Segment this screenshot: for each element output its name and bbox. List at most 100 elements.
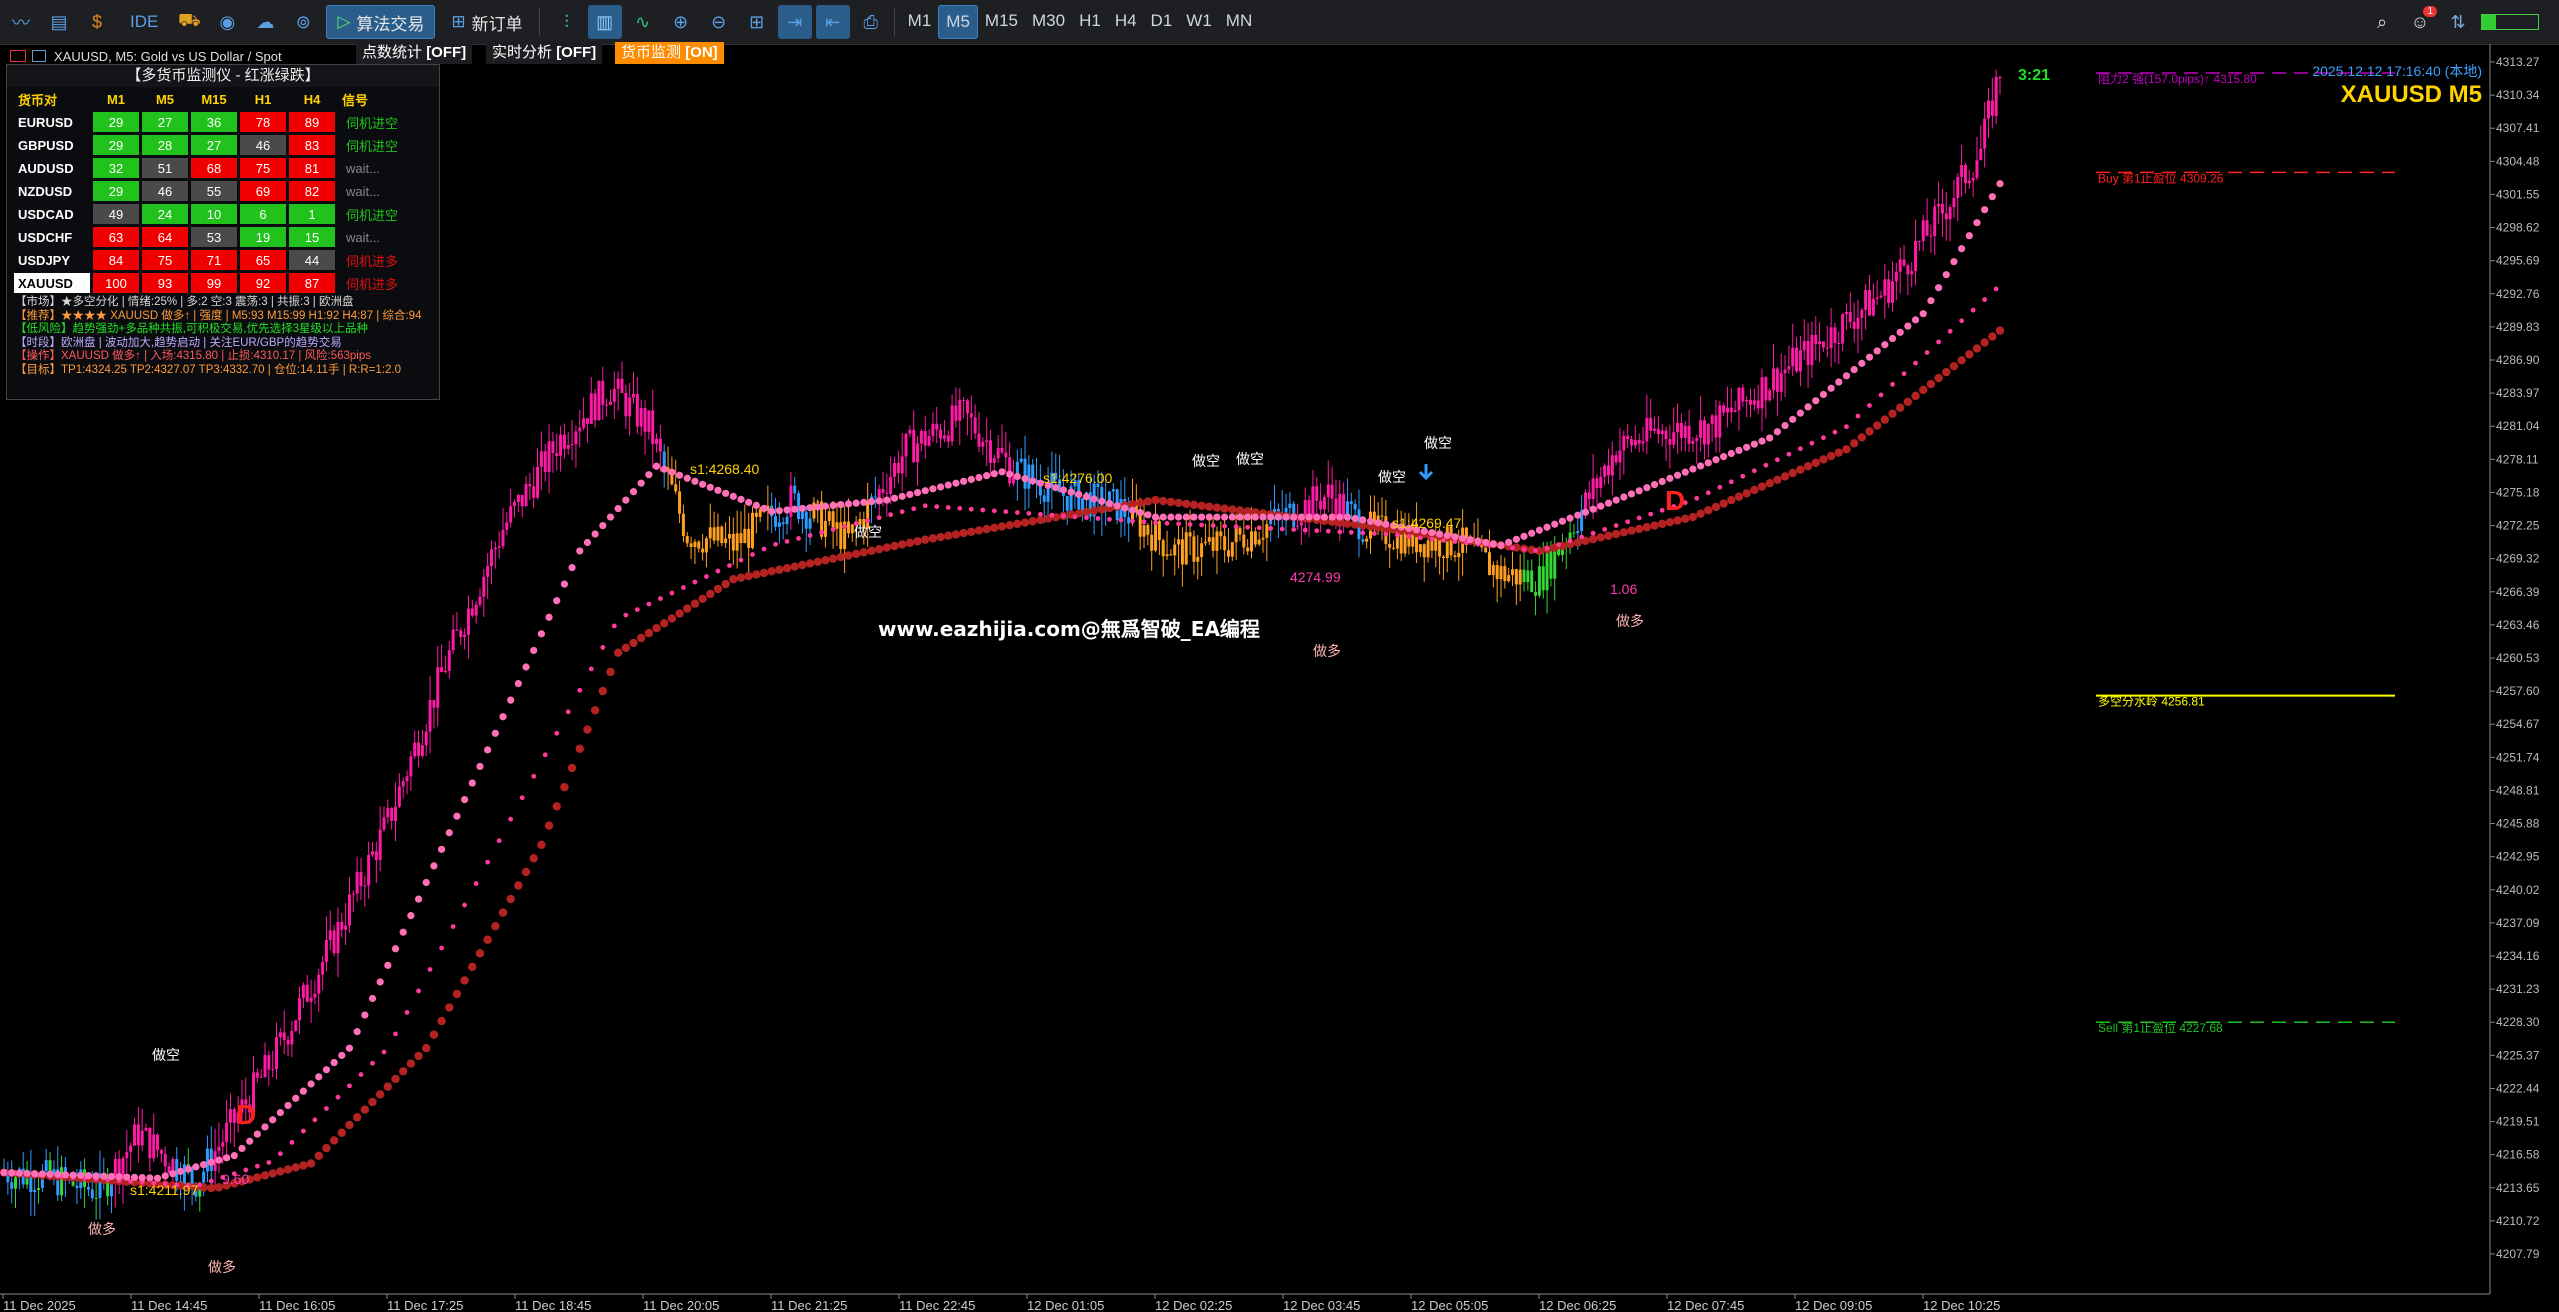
zoom-out-icon[interactable]: ⊖ [702, 5, 736, 39]
candle-body [286, 1039, 290, 1045]
candle-body [969, 413, 973, 418]
ma-fast-dot [1136, 508, 1144, 517]
candle-body [1534, 592, 1538, 596]
chart-menu-icon[interactable] [10, 50, 26, 62]
candle-body [720, 526, 724, 544]
y-tick-label: 4228.30 [2496, 1015, 2540, 1029]
ma-fast-dot [1528, 529, 1536, 537]
candle-body [881, 489, 885, 493]
candle-body [324, 940, 328, 962]
ma-fast-dot [1658, 477, 1666, 486]
ma-fast-dot [1934, 284, 1943, 292]
ma-slow-dot [1865, 427, 1874, 436]
ma-mid-dot [1084, 515, 1089, 521]
ma-fast-dot [606, 513, 615, 521]
pair-label[interactable]: GBPUSD [14, 135, 90, 155]
candle-body [1963, 165, 1967, 184]
candle-body [1902, 259, 1906, 266]
dollar-icon[interactable]: $ [80, 5, 114, 39]
points-stat-toggle[interactable]: 点数统计 [OFF] [356, 42, 473, 64]
candle-body [555, 453, 559, 456]
candle-body [797, 493, 801, 520]
ma-fast-dot [1167, 513, 1175, 521]
timeframe-h4[interactable]: H4 [1108, 5, 1144, 37]
timeframe-h1[interactable]: H1 [1072, 5, 1108, 37]
line-chart-icon[interactable]: 〰 [4, 5, 38, 39]
new-order-button[interactable]: ⊞ 新订单 [441, 6, 532, 38]
toggle-label: 货币监测 [621, 44, 682, 61]
strength-cell: 10 [191, 204, 237, 224]
ma-fast-dot [437, 845, 446, 853]
pair-label[interactable]: XAUUSD [14, 273, 90, 293]
candle-body [1353, 503, 1357, 510]
autoscroll-icon[interactable]: ⇥ [777, 5, 812, 39]
ma-mid-dot [208, 1178, 214, 1184]
pair-label[interactable]: USDCHF [14, 227, 90, 247]
connection-icon[interactable]: ⇅ [2441, 5, 2475, 39]
bag-icon[interactable]: ⛟ [172, 5, 206, 39]
candle-body [1507, 575, 1511, 582]
toggle-label: 实时分析 [492, 44, 553, 61]
candle-body [1234, 527, 1238, 543]
ma-fast-dot [1558, 517, 1567, 525]
bar-chart-icon[interactable]: ⫶ [550, 5, 584, 39]
timeframe-mn[interactable]: MN [1219, 5, 1259, 37]
timeframe-m5[interactable]: M5 [938, 5, 978, 39]
screenshot-icon[interactable]: ⎙ [854, 5, 888, 39]
ma-slow-dot [583, 725, 592, 734]
candle-body [1914, 241, 1918, 272]
candle-body [1626, 435, 1630, 440]
timeframe-m1[interactable]: M1 [901, 5, 939, 37]
ide-button[interactable]: IDE [120, 6, 168, 38]
currency-monitor-toggle[interactable]: 货币监测 [ON] [615, 42, 724, 64]
pair-label[interactable]: NZDUSD [14, 181, 90, 201]
grid-icon[interactable]: ⊞ [740, 5, 774, 39]
candle-body [1365, 538, 1369, 542]
ma-slow-dot [345, 1120, 354, 1130]
candle-body [632, 393, 636, 398]
timeframe-m15[interactable]: M15 [978, 5, 1025, 37]
level-annotation: s1:4276.00 [1043, 470, 1112, 486]
candle-body [1871, 298, 1875, 316]
pair-label[interactable]: AUDUSD [14, 158, 90, 178]
candlestick-icon[interactable]: ▥ [587, 5, 622, 39]
ma-slow-dot [537, 840, 546, 850]
zoom-in-icon[interactable]: ⊕ [664, 5, 698, 39]
timeframe-w1[interactable]: W1 [1179, 5, 1219, 37]
algo-trading-button[interactable]: ▷ 算法交易 [326, 5, 436, 39]
candle-body [1933, 206, 1937, 237]
chat-icon[interactable]: ☺ 1 [2403, 5, 2437, 39]
candle-body [1660, 430, 1664, 435]
ma-slow-dot [905, 538, 915, 548]
cloud-icon[interactable]: ☁ [248, 5, 282, 39]
candle-body [1150, 534, 1154, 551]
vps-icon[interactable]: ⊚ [286, 5, 320, 39]
ma-mid-dot [358, 1072, 364, 1077]
toggle-state: [OFF] [556, 44, 597, 61]
candle-body [332, 930, 336, 954]
y-tick-label: 4257.60 [2496, 684, 2540, 698]
candle-body [1457, 552, 1461, 558]
candle-body [1023, 458, 1027, 489]
line-icon[interactable]: ∿ [626, 5, 660, 39]
candle-body [278, 1032, 282, 1038]
timeframe-d1[interactable]: D1 [1144, 5, 1180, 37]
ma-slow-dot [706, 589, 715, 599]
pair-label[interactable]: USDJPY [14, 250, 90, 270]
ma-mid-dot [819, 530, 824, 535]
ma-mid-dot [1291, 527, 1297, 532]
candle-body [1173, 544, 1177, 556]
realtime-analysis-toggle[interactable]: 实时分析 [OFF] [486, 42, 603, 64]
search-icon[interactable]: ⌕ [2365, 5, 2399, 39]
info-line: 【市场】★多空分化 | 情绪:25% | 多:2 空:3 震荡:3 | 共振:3… [15, 296, 354, 308]
signal-icon[interactable]: ◉ [210, 5, 244, 39]
timeframe-m30[interactable]: M30 [1025, 5, 1072, 37]
pair-label[interactable]: EURUSD [14, 112, 90, 132]
pair-label[interactable]: USDCAD [14, 204, 90, 224]
chart-shift-icon[interactable]: ⇤ [815, 5, 850, 39]
chart-window-icon[interactable] [32, 50, 46, 62]
watermark: www.eazhijia.com@無爲智破_EA编程 [878, 617, 1260, 641]
strength-cell: 89 [289, 112, 335, 132]
chart-type-icon[interactable]: ▤ [42, 5, 76, 39]
level-annotation: s1:4211.97 [130, 1182, 198, 1198]
